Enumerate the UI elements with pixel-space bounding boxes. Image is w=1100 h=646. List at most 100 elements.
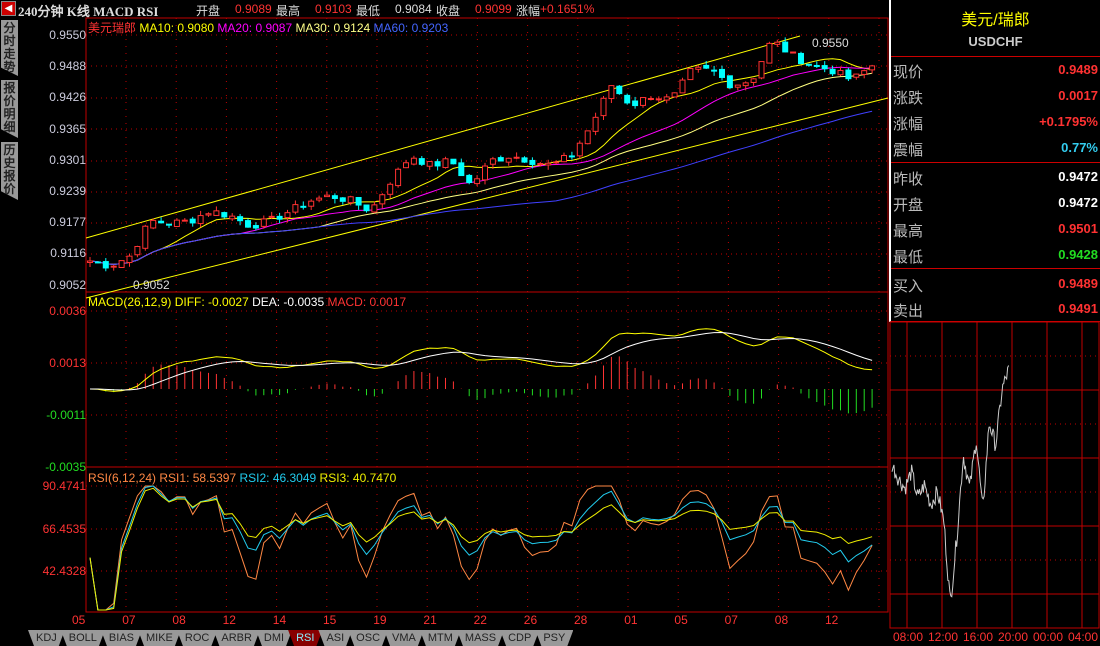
rsi2-value: RSI2: 46.3049 bbox=[239, 471, 317, 485]
candle-body bbox=[632, 100, 639, 107]
candle-body bbox=[608, 85, 615, 100]
candle-body bbox=[450, 158, 457, 165]
quote-row: 卖出 0.9491 bbox=[893, 297, 1098, 321]
candle-body bbox=[521, 157, 528, 163]
tab-asi[interactable]: ASI bbox=[318, 630, 352, 646]
candle-body bbox=[711, 69, 718, 72]
x-axis-label: 19 bbox=[373, 613, 387, 627]
quote-label: 涨跌 bbox=[893, 90, 924, 107]
price-axis-label: 0.9052 bbox=[49, 277, 86, 292]
candle-body bbox=[260, 218, 267, 227]
tab-osc[interactable]: OSC bbox=[348, 630, 388, 646]
candle-body bbox=[790, 51, 797, 54]
candle-body bbox=[703, 64, 710, 69]
candle-body bbox=[647, 98, 654, 101]
candle-body bbox=[181, 219, 188, 222]
macd-label: MACD(26,12,9) bbox=[88, 295, 172, 309]
candle-body bbox=[600, 97, 607, 117]
quote-value: 0.77% bbox=[1061, 140, 1098, 155]
divider bbox=[891, 162, 1100, 163]
macd-value: MACD: 0.0017 bbox=[327, 295, 407, 309]
candle-body bbox=[268, 215, 275, 218]
candle-body bbox=[387, 183, 394, 195]
ma60-value: MA60: 0.9203 bbox=[373, 21, 449, 35]
rsi1-value: RSI1: 58.5397 bbox=[159, 471, 237, 485]
candle-body bbox=[347, 196, 354, 204]
candle-body bbox=[308, 200, 315, 207]
quote-value: 0.9501 bbox=[1058, 221, 1098, 236]
ma10-value: MA10: 0.9080 bbox=[139, 21, 215, 35]
macd-axis-label: -0.0035 bbox=[45, 460, 86, 474]
tab-roc[interactable]: ROC bbox=[177, 630, 217, 646]
candle-body bbox=[316, 197, 323, 201]
price-axis-label: 0.9301 bbox=[49, 152, 86, 167]
candle-body bbox=[166, 223, 172, 226]
tab-cdp[interactable]: CDP bbox=[500, 630, 539, 646]
candle-body bbox=[584, 130, 591, 145]
candle-body bbox=[324, 194, 330, 198]
quote-value: 0.9489 bbox=[1058, 276, 1098, 291]
quote-label: 最低 bbox=[893, 249, 924, 266]
candle-body bbox=[576, 142, 583, 157]
tab-arbr[interactable]: ARBR bbox=[213, 630, 260, 646]
candle-body bbox=[426, 160, 433, 167]
quote-symbol: USDCHF bbox=[968, 34, 1023, 49]
candle-body bbox=[292, 204, 299, 213]
macd-legend: MACD(26,12,9) DIFF: -0.0027 DEA: -0.0035… bbox=[88, 295, 406, 309]
price-axis-label: 0.9116 bbox=[50, 246, 86, 261]
quote-label: 最高 bbox=[893, 223, 924, 240]
tab-vma[interactable]: VMA bbox=[384, 630, 424, 646]
candle-body bbox=[94, 261, 101, 264]
candle-body bbox=[758, 61, 765, 79]
rsi3-line bbox=[89, 487, 873, 611]
candle-body bbox=[513, 156, 520, 159]
candle-body bbox=[726, 75, 733, 89]
quote-value: 0.9472 bbox=[1058, 169, 1098, 184]
candle-body bbox=[245, 220, 251, 228]
quote-label: 卖出 bbox=[893, 303, 924, 320]
tab-bias[interactable]: BIAS bbox=[101, 630, 142, 646]
price-axis-label: 0.9550 bbox=[49, 28, 86, 42]
candle-body bbox=[505, 157, 512, 163]
candle-body bbox=[489, 158, 496, 165]
instrument-name: 美元瑞郎 bbox=[88, 21, 137, 35]
price-legend: 美元瑞郎 MA10: 0.9080 MA20: 0.9087 MA30: 0.9… bbox=[88, 19, 448, 36]
tab-dmi[interactable]: DMI bbox=[256, 630, 292, 646]
x-axis-label: 26 bbox=[523, 613, 538, 627]
candle-body bbox=[529, 159, 536, 165]
quote-label: 开盘 bbox=[893, 197, 924, 214]
candle-body bbox=[276, 215, 283, 220]
candle-body bbox=[553, 161, 560, 164]
candle-body bbox=[102, 261, 109, 269]
quote-row: 最低 0.9428 bbox=[893, 243, 1098, 267]
x-axis-label: 12 bbox=[825, 613, 839, 627]
candle-body bbox=[742, 82, 749, 87]
x-axis-label: 14 bbox=[272, 613, 287, 627]
x-axis-label: 01 bbox=[624, 613, 638, 627]
candle-body bbox=[410, 157, 417, 165]
candle-body bbox=[695, 66, 702, 70]
tab-psy[interactable]: PSY bbox=[535, 630, 573, 646]
candle-body bbox=[395, 168, 402, 187]
candle-body bbox=[205, 213, 212, 216]
indicator-tabs: KDJ BOLL BIAS MIKE ROC ARBR DMI RSI ASI OSC VMA MTM… bbox=[28, 630, 569, 646]
rsi3-value: RSI3: 40.7470 bbox=[319, 471, 397, 485]
ma60-line bbox=[89, 110, 873, 265]
candle-body bbox=[118, 260, 125, 268]
candle-body bbox=[403, 162, 409, 169]
tab-mass[interactable]: MASS bbox=[457, 630, 504, 646]
intraday-time-label: 04:00 bbox=[1068, 630, 1099, 644]
candle-body bbox=[845, 69, 852, 80]
macd-axis-label: -0.0011 bbox=[46, 408, 86, 422]
channel-line bbox=[85, 97, 889, 299]
quote-row: 涨幅 +0.1795% bbox=[893, 110, 1098, 134]
tab-rsi[interactable]: RSI bbox=[288, 630, 322, 646]
tab-boll[interactable]: BOLL bbox=[61, 630, 105, 646]
candle-body bbox=[805, 63, 812, 66]
candle-body bbox=[687, 68, 694, 81]
candle-body bbox=[134, 245, 141, 256]
candle-body bbox=[466, 174, 473, 183]
tab-mike[interactable]: MIKE bbox=[138, 630, 181, 646]
tab-kdj[interactable]: KDJ bbox=[28, 630, 65, 646]
tab-mtm[interactable]: MTM bbox=[420, 630, 461, 646]
